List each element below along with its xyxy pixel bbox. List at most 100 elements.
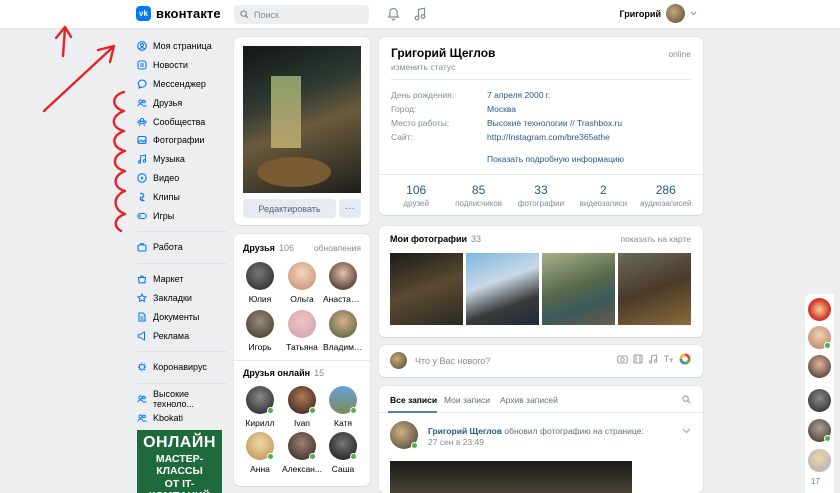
sidebar-item-ads[interactable]: Реклама [137, 326, 227, 345]
sidebar-item-music[interactable]: Музыка [137, 150, 227, 169]
tab-my-posts[interactable]: Мои записи [444, 395, 490, 405]
friend-avatar [288, 310, 316, 338]
friend-item[interactable]: Юлия [240, 262, 280, 304]
sidebar-item-my-page[interactable]: Моя страница [137, 37, 227, 56]
sidebar-item-coronavirus[interactable]: Коронавирус [137, 358, 227, 377]
post-author-name[interactable]: Григорий Щеглов [428, 426, 502, 436]
search-input[interactable] [254, 9, 354, 20]
tab-all-posts[interactable]: Все записи [390, 395, 437, 405]
friend-name: Владимир [323, 342, 363, 352]
chat-avatar[interactable] [808, 449, 831, 472]
music-note-icon[interactable] [414, 7, 426, 21]
change-status-link[interactable]: изменить статус [391, 62, 455, 72]
friend-name: Алексан... [282, 464, 322, 474]
user-menu[interactable]: Григорий [620, 4, 697, 23]
counter-friends[interactable]: 106 друзей [389, 183, 443, 208]
counter-followers[interactable]: 85 подписчиков [452, 183, 506, 208]
online-status: online [668, 49, 691, 59]
friend-item[interactable]: Анастасия [323, 262, 363, 304]
photo-thumbnail[interactable] [618, 253, 691, 325]
online-friend-item[interactable]: Кирилл [240, 386, 280, 428]
chat-avatar[interactable] [808, 419, 831, 442]
friend-item[interactable]: Ольга [282, 262, 322, 304]
sidebar-item-communities[interactable]: Сообщества [137, 112, 227, 131]
photo-thumbnail[interactable] [466, 253, 539, 325]
chat-avatar[interactable] [808, 389, 831, 412]
sidebar-item-photos[interactable]: Фотографии [137, 131, 227, 150]
virus-icon [137, 363, 147, 372]
photo-thumbnail[interactable] [390, 253, 463, 325]
post-timestamp[interactable]: 27 сен в 23:49 [428, 437, 484, 447]
color-circle-icon[interactable] [679, 353, 691, 365]
music-icon[interactable] [648, 354, 658, 364]
friend-item[interactable]: Владимир [323, 310, 363, 352]
sidebar-item-group-kbokati[interactable]: Kbokati [137, 409, 227, 428]
online-friend-item[interactable]: Анна [240, 432, 280, 474]
vk-logo-icon: vk [136, 6, 151, 21]
vk-logo[interactable]: vk вконтакте [136, 6, 221, 21]
online-friends-header[interactable]: Друзья онлайн 15 [243, 368, 324, 378]
online-friend-item[interactable]: Ivan [282, 386, 322, 428]
chat-avatar[interactable] [808, 355, 831, 378]
camera-icon[interactable] [617, 354, 628, 364]
friends-header[interactable]: Друзья 106 [243, 243, 294, 253]
more-actions-button[interactable]: ··· [339, 199, 361, 218]
online-friend-item[interactable]: Алексан... [282, 432, 322, 474]
photo-thumbnail[interactable] [542, 253, 615, 325]
bell-icon[interactable] [387, 7, 400, 21]
sidebar-item-messenger[interactable]: Мессенджер [137, 75, 227, 94]
games-icon [137, 212, 147, 219]
sidebar-item-work[interactable]: Работа [137, 238, 227, 257]
sidebar-item-clips[interactable]: Клипы [137, 187, 227, 206]
sidebar-item-friends[interactable]: Друзья [137, 93, 227, 112]
chat-count[interactable]: 17 [811, 477, 820, 486]
active-tab-indicator [388, 411, 437, 413]
edit-profile-button[interactable]: Редактировать [243, 199, 336, 218]
annotation-arrow-up [54, 25, 73, 58]
counter-photos[interactable]: 33 фотографии [514, 183, 568, 208]
sidebar-item-games[interactable]: Игры [137, 206, 227, 225]
friends-updates-link[interactable]: обновления [314, 243, 361, 253]
friend-avatar [288, 386, 316, 414]
online-indicator [309, 453, 316, 460]
online-friend-item[interactable]: Катя [323, 386, 363, 428]
counter-label: подписчиков [455, 199, 503, 208]
sidebar-item-market[interactable]: Маркет [137, 270, 227, 289]
video-icon[interactable] [633, 354, 643, 364]
chevron-down-icon[interactable] [682, 428, 691, 434]
annotation-arrow-diagonal [42, 44, 116, 113]
search-box[interactable] [234, 5, 369, 24]
text-format-icon[interactable] [663, 354, 674, 364]
profile-photo[interactable] [243, 46, 361, 193]
promo-line-1: ОНЛАЙН [143, 434, 216, 451]
info-value[interactable]: 7 апреля 2000 г. [487, 90, 550, 100]
show-on-map-link[interactable]: показать на карте [621, 234, 691, 244]
counter-videos[interactable]: 2 видеозаписи [576, 183, 630, 208]
new-post-box[interactable]: Что у Вас нового? [379, 345, 703, 377]
info-value[interactable]: http://Instagram.com/bre365athe [487, 132, 610, 142]
chat-avatar[interactable] [808, 298, 831, 321]
post-author-avatar[interactable] [390, 421, 418, 449]
show-details-link[interactable]: Показать подробную информацию [487, 154, 624, 164]
promo-banner[interactable]: ОНЛАЙН МАСТЕР-КЛАССЫ ОТ IT-КОМПАНИЙ [137, 430, 222, 493]
info-value[interactable]: Москва [487, 104, 516, 114]
sidebar-item-bookmarks[interactable]: Закладки [137, 289, 227, 308]
search-icon[interactable] [682, 395, 691, 404]
info-value[interactable]: Высокие технологии // Trashbox.ru [487, 118, 622, 128]
photos-header[interactable]: Мои фотографии 33 [390, 234, 481, 244]
friend-item[interactable]: Татьяна [282, 310, 322, 352]
user-avatar [666, 4, 685, 23]
online-friend-item[interactable]: Саша [323, 432, 363, 474]
card-divider [379, 174, 703, 175]
sidebar-item-video[interactable]: Видео [137, 169, 227, 188]
sidebar-item-news[interactable]: Новости [137, 56, 227, 75]
new-post-placeholder[interactable]: Что у Вас нового? [415, 356, 490, 366]
friend-avatar [288, 262, 316, 290]
sidebar-item-group-tech[interactable]: Высокие техноло... [137, 389, 227, 409]
friend-item[interactable]: Игорь [240, 310, 280, 352]
post-image[interactable] [390, 461, 632, 493]
chat-avatar[interactable] [808, 326, 831, 349]
sidebar-item-documents[interactable]: Документы [137, 307, 227, 326]
counter-audios[interactable]: 286 аудиозаписей [639, 183, 693, 208]
tab-archive[interactable]: Архив записей [500, 395, 558, 405]
